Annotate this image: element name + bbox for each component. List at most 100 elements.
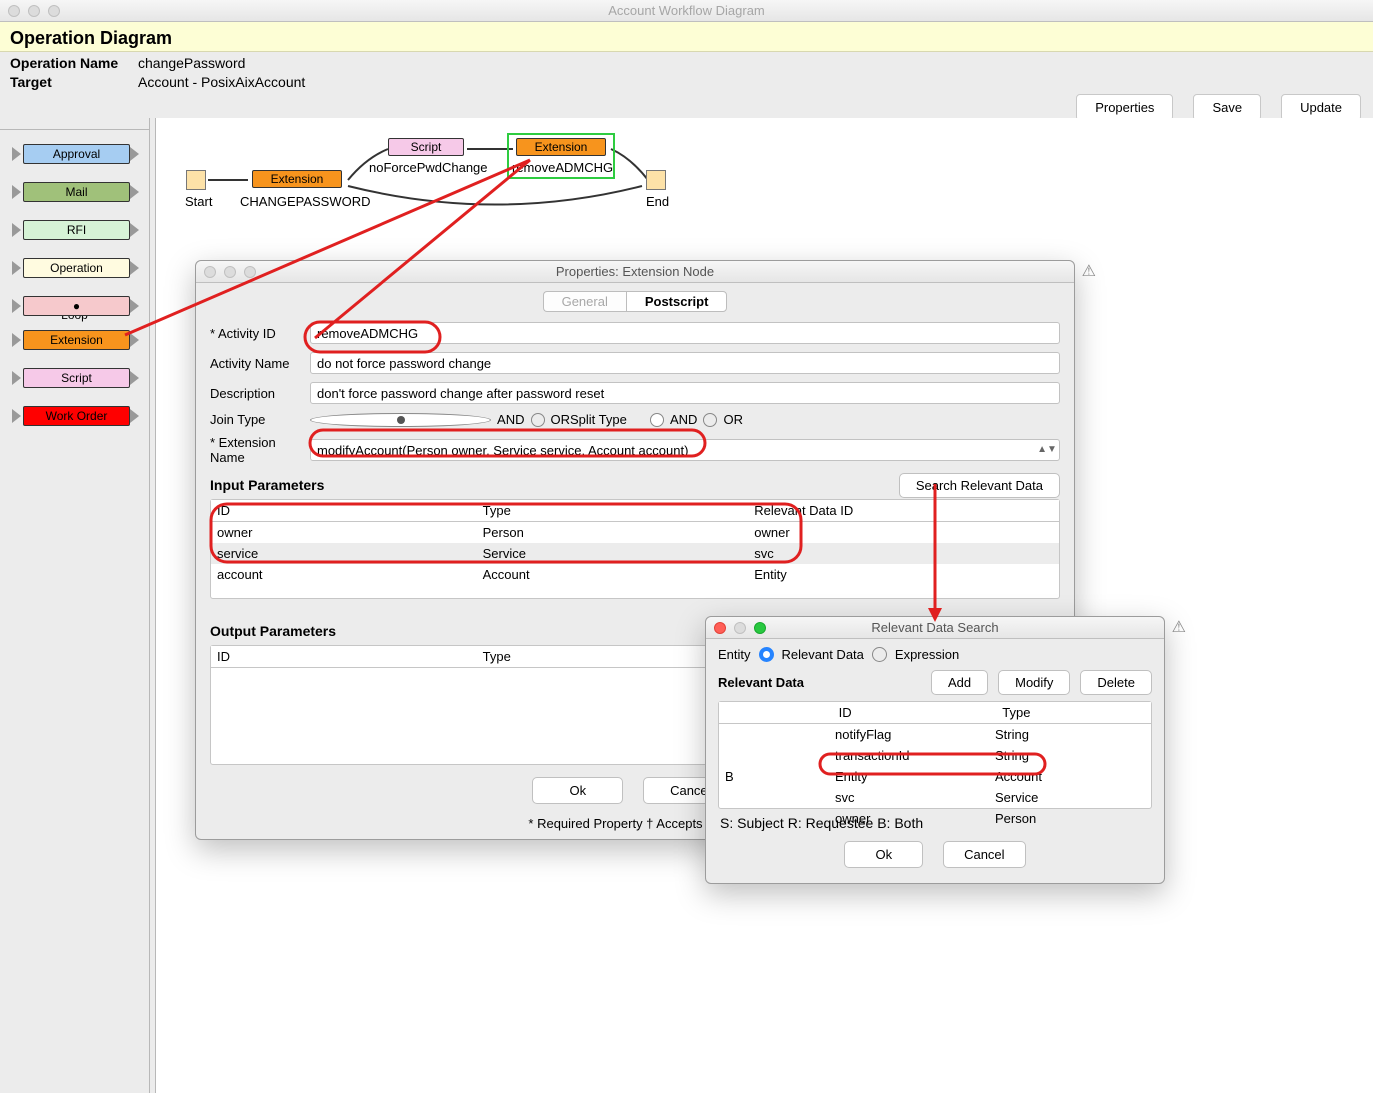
- cell: Service: [477, 543, 745, 564]
- diagram-ext1-sub: CHANGEPASSWORD: [240, 194, 371, 209]
- cell: transactionId: [829, 745, 989, 766]
- col-id: ID: [833, 702, 993, 723]
- diagram-ext1[interactable]: Extension: [252, 170, 342, 188]
- table-row[interactable]: transactionIdString: [719, 745, 1151, 766]
- tri-icon: [130, 261, 139, 275]
- palette-loop[interactable]: ●: [12, 294, 141, 318]
- table-row[interactable]: account Account Entity: [211, 564, 1059, 585]
- cell: Entity: [748, 564, 793, 585]
- palette-node-label: RFI: [23, 220, 130, 240]
- operation-name-value: changePassword: [138, 55, 245, 71]
- ok-button[interactable]: Ok: [844, 841, 923, 868]
- description-label: Description: [210, 386, 310, 401]
- ext-name-select[interactable]: modifyAccount(Person owner, Service serv…: [310, 439, 1060, 461]
- expression-label: Expression: [895, 647, 959, 662]
- cell: owner: [211, 522, 473, 543]
- ext-name-label: * Extension Name: [210, 435, 310, 465]
- palette-mail[interactable]: Mail: [12, 180, 141, 204]
- cell: String: [989, 745, 1035, 766]
- search-dialog: ⚠ Relevant Data Search Entity Relevant D…: [705, 616, 1165, 884]
- table-row[interactable]: svcService: [719, 787, 1151, 808]
- join-and-radio[interactable]: [310, 413, 491, 427]
- split-and-radio[interactable]: [650, 413, 664, 427]
- tri-icon: [12, 299, 21, 313]
- table-row[interactable]: service Service svc: [211, 543, 1059, 564]
- activity-name-label: Activity Name: [210, 356, 310, 371]
- palette-node-label: Extension: [23, 330, 130, 350]
- ok-button[interactable]: Ok: [532, 777, 623, 804]
- table-row[interactable]: ownerPerson: [719, 808, 1151, 829]
- diagram-script[interactable]: Script: [388, 138, 464, 156]
- activity-id-input[interactable]: [310, 322, 1060, 344]
- palette-operation[interactable]: Operation: [12, 256, 141, 280]
- tri-icon: [12, 223, 21, 237]
- cell: Account: [989, 766, 1048, 787]
- search-titlebar: Relevant Data Search: [706, 617, 1164, 639]
- dialog-titlebar: Properties: Extension Node: [196, 261, 1074, 283]
- tab-general[interactable]: General: [543, 291, 626, 312]
- cell: [719, 724, 829, 730]
- cell: notifyFlag: [829, 724, 989, 745]
- diagram-end-box[interactable]: [646, 170, 666, 190]
- join-or-radio[interactable]: [531, 413, 545, 427]
- description-input[interactable]: [310, 382, 1060, 404]
- split-or-label: OR: [723, 412, 743, 427]
- relevant-data-label: Relevant Data: [782, 647, 864, 662]
- palette-extension[interactable]: Extension: [12, 328, 141, 352]
- cell: Service: [989, 787, 1044, 808]
- palette-rfi[interactable]: RFI: [12, 218, 141, 242]
- join-type-label: Join Type: [210, 412, 310, 427]
- diagram-end-label: End: [646, 194, 669, 209]
- tri-icon: [130, 299, 139, 313]
- relevant-data-radio[interactable]: [759, 647, 774, 662]
- table-row[interactable]: BEntityAccount: [719, 766, 1151, 787]
- cancel-button[interactable]: Cancel: [943, 841, 1025, 868]
- palette-approval[interactable]: Approval: [12, 142, 141, 166]
- properties-button[interactable]: Properties: [1076, 94, 1173, 121]
- window-titlebar: Account Workflow Diagram: [0, 0, 1373, 22]
- relevant-data-section: Relevant Data: [718, 675, 804, 690]
- table-row[interactable]: notifyFlagString: [719, 724, 1151, 745]
- operation-name-label: Operation Name: [10, 55, 138, 71]
- search-title: Relevant Data Search: [706, 620, 1164, 635]
- chevron-updown-icon: ▲▼: [1041, 445, 1053, 455]
- diagram-start-box[interactable]: [186, 170, 206, 190]
- split-or-radio[interactable]: [703, 413, 717, 427]
- activity-id-label: * Activity ID: [210, 326, 310, 341]
- search-relevant-button-1[interactable]: Search Relevant Data: [899, 473, 1060, 498]
- add-button[interactable]: Add: [931, 670, 988, 695]
- tri-icon: [130, 185, 139, 199]
- palette: Approval Mail RFI Operation ● Loop Exten…: [0, 118, 150, 1093]
- col-id: ID: [211, 500, 473, 521]
- activity-name-input[interactable]: [310, 352, 1060, 374]
- warning-icon: ⚠: [1082, 261, 1096, 281]
- palette-workorder[interactable]: Work Order: [12, 404, 141, 428]
- diagram-script-sub: noForcePwdChange: [369, 160, 488, 175]
- palette-script[interactable]: Script: [12, 366, 141, 390]
- palette-node-label: Work Order: [23, 406, 130, 426]
- join-and-label: AND: [497, 412, 524, 427]
- entity-label: Entity: [718, 647, 751, 662]
- modify-button[interactable]: Modify: [998, 670, 1070, 695]
- save-button[interactable]: Save: [1193, 94, 1261, 121]
- search-table: ID Type notifyFlagString transactionIdSt…: [718, 701, 1152, 809]
- diagram-ext2-sub: removeADMCHG: [512, 160, 613, 175]
- delete-button[interactable]: Delete: [1080, 670, 1152, 695]
- target-row: Target Account - PosixAixAccount: [0, 71, 1373, 90]
- cell: owner: [829, 808, 989, 829]
- expression-radio[interactable]: [872, 647, 887, 662]
- join-or-label: OR: [551, 412, 571, 427]
- update-button[interactable]: Update: [1281, 94, 1361, 121]
- col-type: Type: [996, 702, 1036, 723]
- tab-postscript[interactable]: Postscript: [626, 291, 728, 312]
- palette-node-loop: ●: [23, 296, 130, 316]
- target-label: Target: [10, 74, 138, 90]
- palette-node-label: Mail: [23, 182, 130, 202]
- col-rel: Relevant Data ID: [748, 500, 859, 521]
- table-row[interactable]: owner Person owner: [211, 522, 1059, 543]
- ext-name-value: modifyAccount(Person owner, Service serv…: [317, 443, 688, 458]
- diagram-ext2[interactable]: Extension: [516, 138, 606, 156]
- warning-icon: ⚠: [1172, 617, 1186, 637]
- cell: [719, 745, 829, 751]
- tri-icon: [12, 147, 21, 161]
